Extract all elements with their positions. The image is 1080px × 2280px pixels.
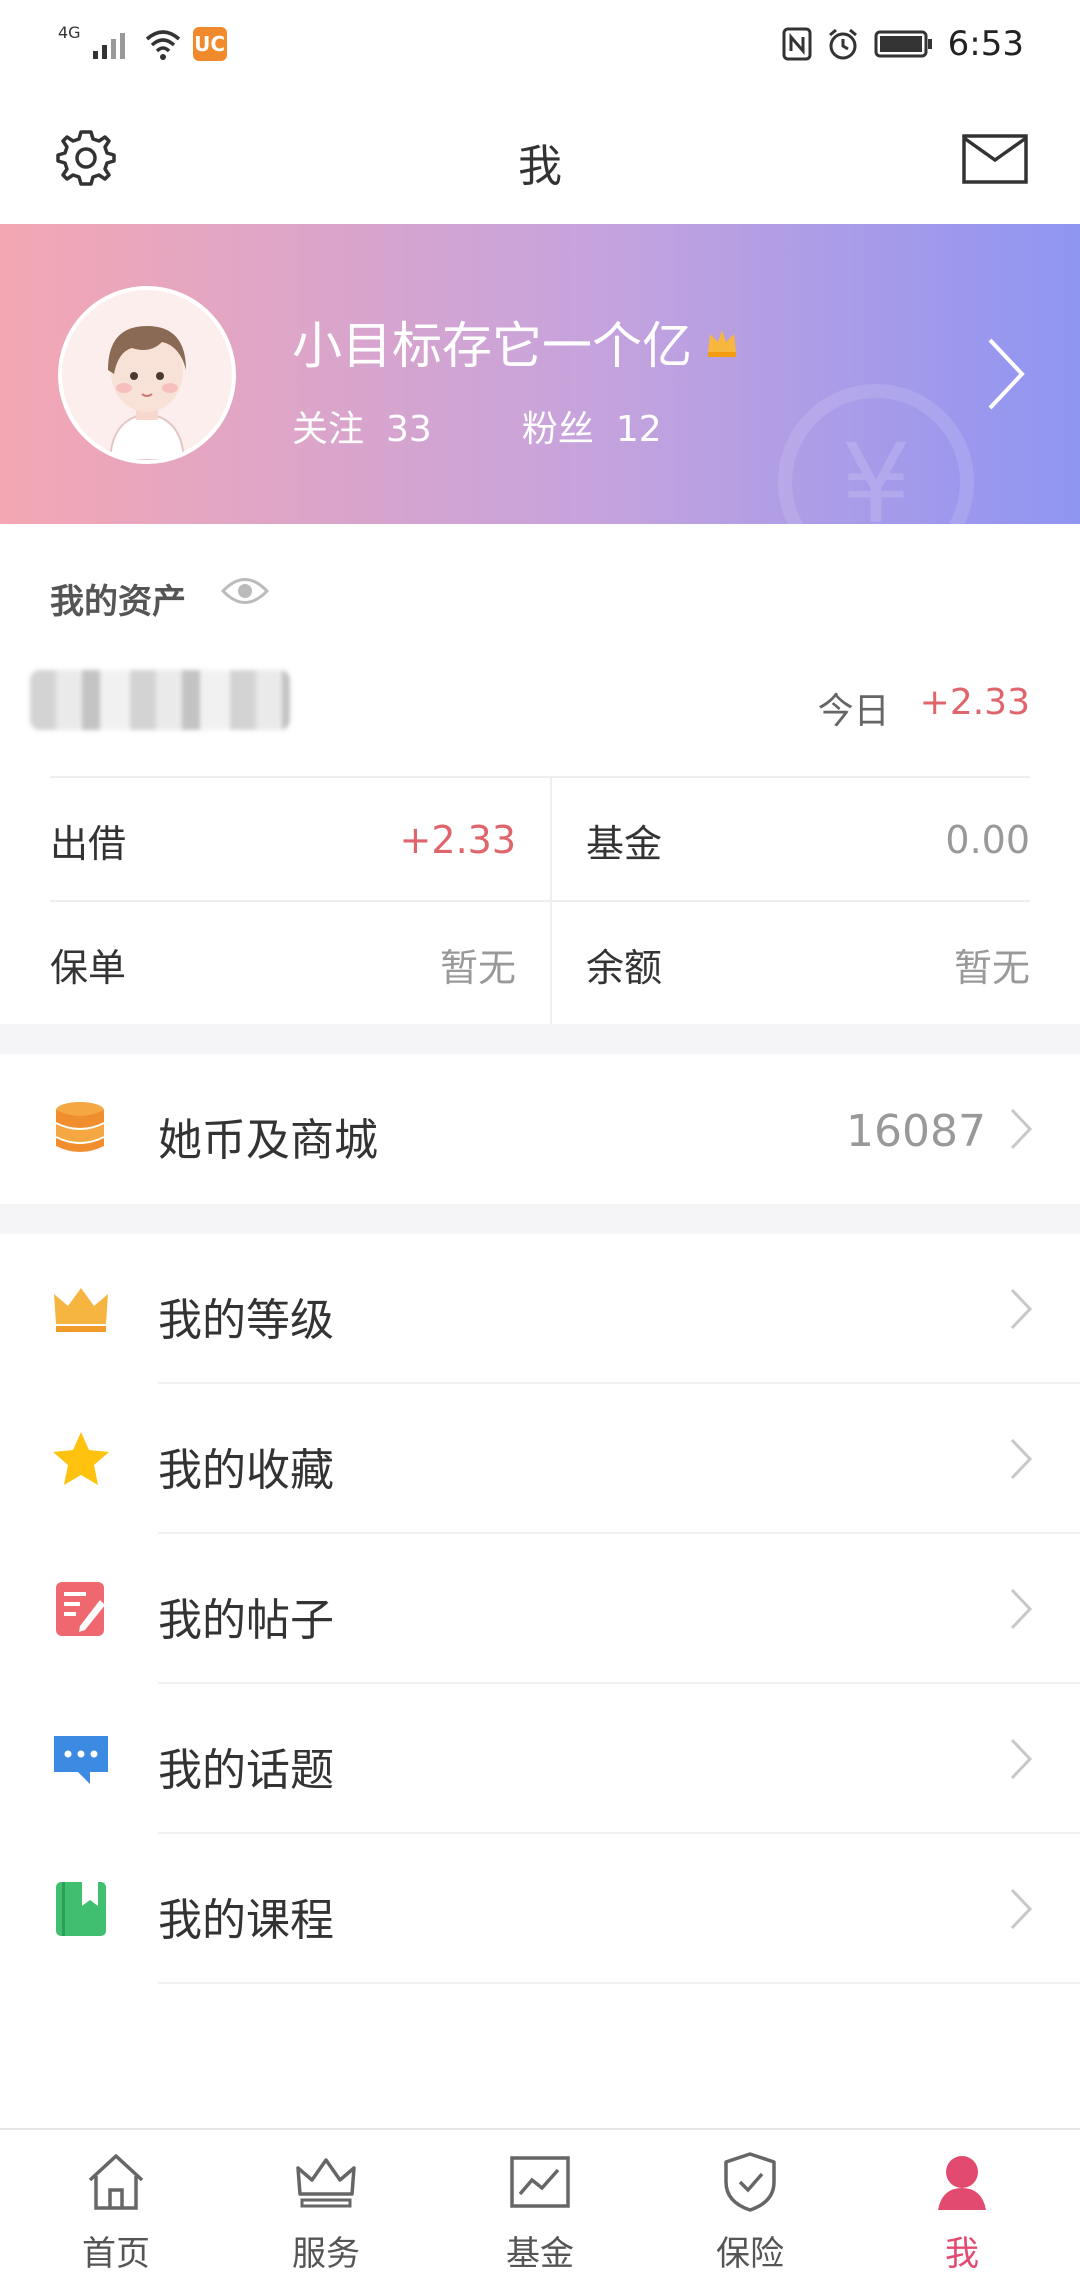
- profile-banner[interactable]: ¥ 小目标存它一个亿 关注 33 粉丝 12: [0, 224, 1080, 524]
- assets-title: 我的资产: [50, 582, 186, 622]
- chevron-right-icon: [1010, 1738, 1033, 1780]
- status-right: 6:53: [782, 22, 1024, 66]
- chevron-right-icon: [1010, 1108, 1033, 1150]
- star-icon: [53, 1432, 109, 1485]
- home-icon: [88, 2154, 144, 2210]
- tab-service[interactable]: 服务: [218, 2130, 434, 2280]
- post-icon: [56, 1582, 105, 1636]
- chat-icon: [54, 1736, 108, 1784]
- chevron-right-icon[interactable]: [984, 334, 1028, 414]
- vip-crown-icon: [708, 330, 736, 357]
- page-title: 我: [518, 141, 562, 192]
- crown-icon: [54, 1288, 108, 1332]
- person-icon: [938, 2156, 986, 2210]
- today-earnings: 今日 +2.33: [817, 682, 1030, 732]
- section-gap: [0, 1204, 1080, 1234]
- menu-item-topics[interactable]: 我的话题: [0, 1684, 1080, 1834]
- menu-item-posts[interactable]: 我的帖子: [0, 1534, 1080, 1684]
- eye-icon[interactable]: [220, 574, 270, 608]
- clock-time: 6:53: [947, 24, 1024, 64]
- menu-item-level[interactable]: 我的等级: [0, 1234, 1080, 1384]
- asset-policy[interactable]: 保单 暂无: [50, 902, 516, 1026]
- fans-stat[interactable]: 粉丝 12: [522, 400, 662, 452]
- book-icon: [56, 1882, 106, 1936]
- wifi-icon: [145, 30, 180, 60]
- total-assets-blurred: [30, 670, 290, 730]
- divider: [158, 1982, 1080, 1984]
- crown-icon: [296, 2158, 356, 2208]
- tab-home[interactable]: 首页: [8, 2130, 224, 2280]
- tab-me[interactable]: 我: [854, 2130, 1070, 2280]
- bottom-nav: 首页 服务 基金 保险 我: [0, 2128, 1080, 2280]
- status-bar: 4G UC 6:53: [0, 0, 1080, 92]
- assets-section: 我的资产 今日 +2.33 出借 +2.33 基金 0.00 保单 暂无 余额 …: [0, 524, 1080, 1024]
- follow-stat[interactable]: 关注 33: [292, 400, 432, 452]
- status-left: 4G UC: [58, 22, 227, 66]
- chevron-right-icon: [1010, 1588, 1033, 1630]
- alarm-icon: [828, 28, 857, 60]
- battery-icon: [874, 30, 932, 58]
- asset-fund[interactable]: 基金 0.00: [586, 778, 1030, 902]
- chevron-right-icon: [1010, 1438, 1033, 1480]
- username: 小目标存它一个亿: [292, 317, 692, 375]
- coins-icon: [56, 1102, 104, 1152]
- chevron-right-icon: [1010, 1288, 1033, 1330]
- follow-stats: 关注 33 粉丝 12: [292, 400, 662, 452]
- avatar[interactable]: [58, 286, 236, 464]
- menu-list: 我的等级 我的收藏 我的帖子 我的话题 我的课程: [0, 1234, 1080, 1984]
- coins-value: 16087: [846, 1106, 986, 1157]
- chevron-right-icon: [1010, 1888, 1033, 1930]
- shield-icon: [724, 2152, 776, 2212]
- coins-mall-row[interactable]: 她币及商城 16087: [0, 1054, 1080, 1204]
- signal-icon: [92, 33, 125, 59]
- tab-insurance[interactable]: 保险: [642, 2130, 858, 2280]
- tab-fund[interactable]: 基金: [432, 2130, 648, 2280]
- menu-item-favorites[interactable]: 我的收藏: [0, 1384, 1080, 1534]
- title-bar: 我: [0, 92, 1080, 224]
- asset-lending[interactable]: 出借 +2.33: [50, 778, 516, 902]
- mail-icon[interactable]: [962, 134, 1028, 184]
- coins-label: 她币及商城: [158, 1115, 378, 1166]
- chart-icon: [510, 2156, 570, 2208]
- username-row: 小目标存它一个亿: [292, 306, 740, 378]
- network-type: 4G: [58, 22, 81, 42]
- asset-balance[interactable]: 余额 暂无: [586, 902, 1030, 1026]
- avatar-illustration: [62, 290, 232, 460]
- section-gap: [0, 1024, 1080, 1054]
- uc-browser-icon: UC: [192, 27, 227, 61]
- nfc-icon: [782, 27, 812, 61]
- menu-item-courses[interactable]: 我的课程: [0, 1834, 1080, 1984]
- yen-watermark-icon: ¥: [778, 384, 974, 524]
